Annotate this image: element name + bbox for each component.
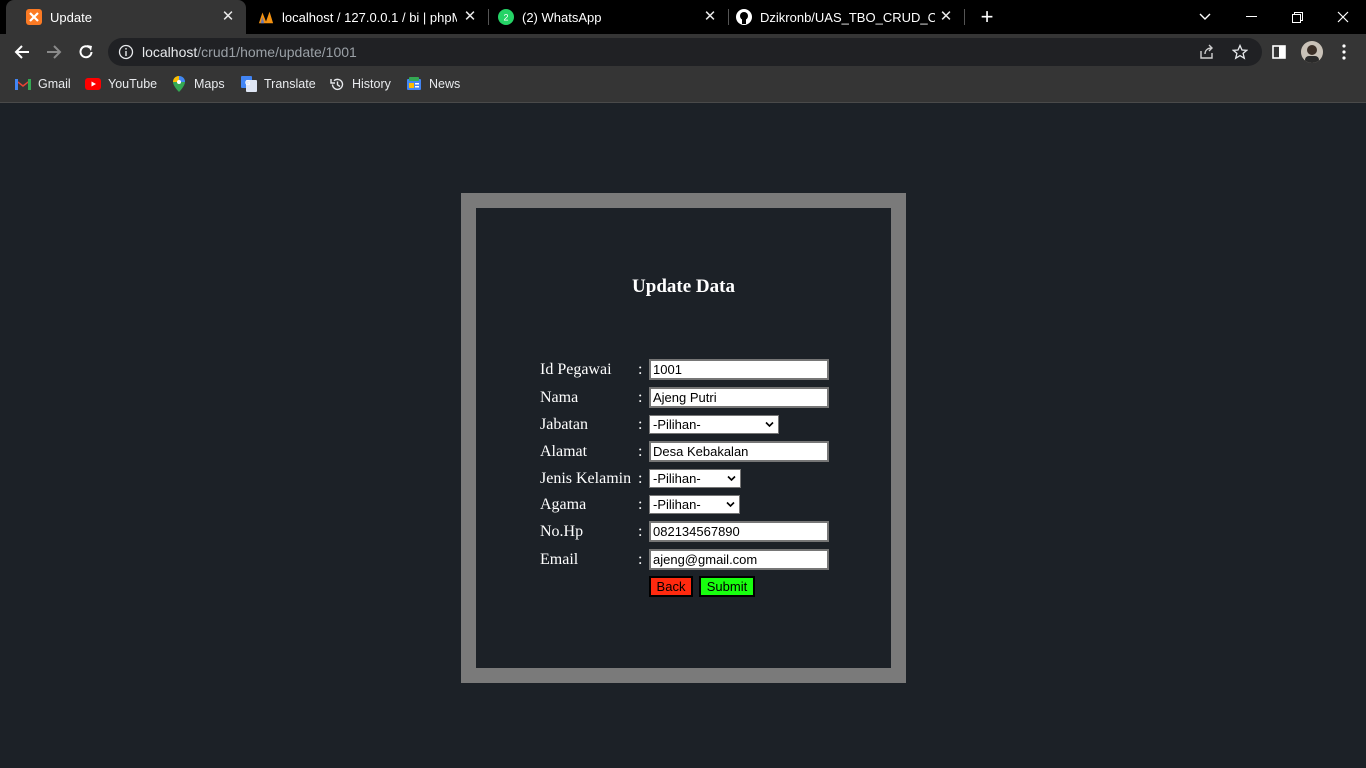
- close-icon[interactable]: ✕: [220, 9, 236, 25]
- jabatan-selected-value: -Pilihan-: [653, 417, 701, 432]
- forward-arrow-icon[interactable]: [41, 39, 67, 65]
- tab-title: Update: [50, 9, 92, 25]
- xampp-icon: [26, 9, 42, 25]
- browser-toolbar: localhost/crud1/home/update/1001: [0, 34, 1366, 70]
- bookmark-star-icon[interactable]: [1231, 43, 1249, 60]
- colon-separator: :: [638, 523, 643, 540]
- reload-icon[interactable]: [73, 39, 99, 65]
- tab-title: Dzikronb/UAS_TBO_CRUD_CODE: [760, 9, 935, 25]
- url-path: /crud1/home/update/1001: [197, 44, 357, 60]
- back-button[interactable]: Back: [649, 576, 693, 597]
- form-panel: Update Data Id Pegawai : 1001 Nama : Aje…: [476, 208, 891, 668]
- gmail-icon: [15, 76, 31, 92]
- agama-selected-value: -Pilihan-: [653, 497, 701, 512]
- restore-icon[interactable]: [1274, 0, 1320, 34]
- tab-strip: Update ✕ localhost / 127.0.0.1 / bi | ph…: [0, 0, 1366, 34]
- bookmark-news[interactable]: News: [406, 70, 460, 98]
- youtube-icon: [85, 76, 101, 92]
- nama-label: Nama: [540, 389, 579, 406]
- colon-separator: :: [638, 551, 643, 568]
- bookmark-label: Maps: [194, 77, 225, 91]
- colon-separator: :: [638, 470, 643, 487]
- url-text[interactable]: localhost/crud1/home/update/1001: [142, 44, 357, 60]
- jenis-kelamin-select[interactable]: -Pilihan-: [649, 469, 741, 488]
- jenis-kelamin-selected-value: -Pilihan-: [653, 471, 701, 486]
- submit-button[interactable]: Submit: [699, 576, 755, 597]
- share-icon[interactable]: [1199, 44, 1215, 60]
- bookmark-label: Gmail: [38, 77, 71, 91]
- alamat-label: Alamat: [540, 443, 588, 460]
- new-tab-plus-icon[interactable]: +: [977, 6, 997, 28]
- tab-github[interactable]: Dzikronb/UAS_TBO_CRUD_CODE ✕: [728, 0, 964, 34]
- tab-phpmyadmin[interactable]: localhost / 127.0.0.1 / bi | phpMy ✕: [248, 0, 488, 34]
- svg-text:G: G: [245, 80, 250, 87]
- alamat-input[interactable]: Desa Kebakalan: [649, 441, 829, 462]
- tab-separator: [964, 9, 965, 25]
- news-icon: [406, 76, 422, 92]
- bookmarks-bar: Gmail YouTube Maps G Translate History N…: [0, 70, 1366, 103]
- bookmark-label: News: [429, 77, 461, 91]
- address-bar[interactable]: localhost/crud1/home/update/1001: [108, 38, 1262, 66]
- form-actions: Back Submit: [540, 576, 840, 598]
- chevron-down-icon: [765, 421, 774, 428]
- side-panel-icon[interactable]: [1269, 42, 1289, 62]
- whatsapp-badge: 2: [503, 13, 508, 23]
- github-icon: [736, 9, 752, 25]
- site-info-icon[interactable]: [118, 44, 134, 60]
- tab-update[interactable]: Update ✕: [6, 0, 246, 34]
- bookmark-label: Translate: [264, 77, 316, 91]
- tab-title: localhost / 127.0.0.1 / bi | phpMy: [282, 9, 457, 25]
- no-hp-input[interactable]: 082134567890: [649, 521, 829, 542]
- bookmark-youtube[interactable]: YouTube: [85, 70, 157, 98]
- bookmark-maps[interactable]: Maps: [171, 70, 225, 98]
- close-icon[interactable]: ✕: [938, 9, 954, 25]
- bookmark-label: YouTube: [108, 77, 158, 91]
- maps-icon: [171, 76, 187, 92]
- chevron-down-icon: [726, 501, 735, 508]
- agama-label: Agama: [540, 496, 587, 513]
- colon-separator: :: [638, 361, 643, 378]
- bookmark-label: History: [352, 77, 391, 91]
- kebab-menu-icon[interactable]: [1334, 42, 1354, 62]
- colon-separator: :: [638, 416, 643, 433]
- colon-separator: :: [638, 496, 643, 513]
- history-icon: [329, 76, 345, 92]
- translate-icon: G: [241, 76, 257, 92]
- tab-title: (2) WhatsApp: [522, 9, 602, 25]
- colon-separator: :: [638, 443, 643, 460]
- id-pegawai-input[interactable]: 1001: [649, 359, 829, 380]
- close-window-icon[interactable]: [1320, 0, 1366, 34]
- form-frame: Update Data Id Pegawai : 1001 Nama : Aje…: [461, 193, 906, 683]
- url-host: localhost: [142, 44, 198, 60]
- bookmark-translate[interactable]: G Translate: [241, 70, 316, 98]
- bookmark-history[interactable]: History: [329, 70, 391, 98]
- jabatan-label: Jabatan: [540, 416, 588, 433]
- page-title: Update Data: [632, 276, 735, 297]
- profile-avatar[interactable]: [1301, 41, 1323, 63]
- jabatan-select[interactable]: -Pilihan-: [649, 415, 779, 434]
- phpmyadmin-icon: [258, 9, 274, 25]
- colon-separator: :: [638, 389, 643, 406]
- whatsapp-icon: 2: [498, 9, 514, 25]
- bookmark-gmail[interactable]: Gmail: [15, 70, 71, 98]
- tab-search-chevron-icon[interactable]: [1182, 0, 1228, 34]
- back-arrow-icon[interactable]: [9, 39, 35, 65]
- close-icon[interactable]: ✕: [462, 9, 478, 25]
- chevron-down-icon: [727, 475, 736, 482]
- minimize-icon[interactable]: [1228, 0, 1274, 34]
- close-icon[interactable]: ✕: [702, 9, 718, 25]
- email-label: Email: [540, 551, 579, 568]
- tab-whatsapp[interactable]: 2 (2) WhatsApp ✕: [488, 0, 728, 34]
- id-pegawai-label: Id Pegawai: [540, 361, 612, 378]
- email-input[interactable]: ajeng@gmail.com: [649, 549, 829, 570]
- no-hp-label: No.Hp: [540, 523, 584, 540]
- agama-select[interactable]: -Pilihan-: [649, 495, 740, 514]
- jenis-kelamin-label: Jenis Kelamin: [540, 470, 632, 487]
- nama-input[interactable]: Ajeng Putri: [649, 387, 829, 408]
